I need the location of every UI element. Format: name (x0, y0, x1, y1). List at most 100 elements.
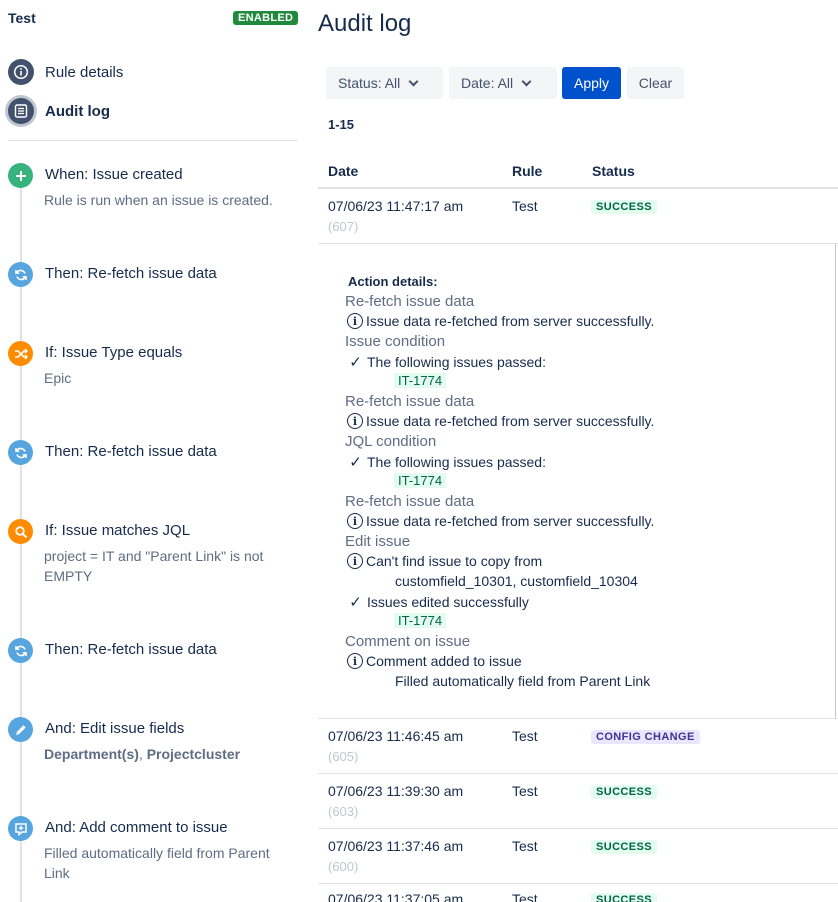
apply-button[interactable]: Apply (562, 67, 621, 99)
step-title: Then: Re-fetch issue data (45, 265, 217, 282)
pencil-icon (8, 717, 33, 742)
message-text: The following issues passed: (367, 354, 546, 370)
comment-icon (8, 816, 33, 841)
issue-key-link[interactable]: IT-1774 (394, 473, 447, 488)
action-title: Re-fetch issue data (345, 493, 475, 510)
checkmark-icon: ✓ (349, 594, 362, 611)
step-title: If: Issue Type equals (45, 344, 183, 361)
step-title: And: Edit issue fields (45, 720, 185, 737)
row-date: 07/06/23 11:37:46 am (328, 838, 464, 854)
comment-body: Filled automatically field from Parent L… (395, 673, 651, 689)
row-divider (318, 773, 838, 774)
date-filter-dropdown[interactable]: Date: All (449, 67, 557, 99)
field-separator: , (138, 746, 147, 762)
nav-audit-log[interactable]: Audit log (8, 98, 110, 124)
status-filter-label: Status: All (338, 75, 401, 91)
chevron-down-icon (521, 76, 532, 86)
message-text: Issue data re-fetched from server succes… (366, 313, 655, 329)
column-header-status[interactable]: Status (592, 163, 635, 179)
row-divider (318, 718, 838, 719)
column-header-date[interactable]: Date (328, 163, 358, 179)
action-message: ✓ Issues edited successfully (347, 593, 529, 611)
field-name: Department(s) (44, 746, 139, 762)
row-rule: Test (512, 891, 538, 902)
plus-icon (8, 163, 33, 188)
status-badge: SUCCESS (591, 893, 657, 902)
shuffle-icon (8, 341, 33, 366)
row-date: 07/06/23 11:37:05 am (328, 891, 464, 902)
info-icon: i (347, 513, 363, 529)
action-details-panel: Action details: Re-fetch issue data i Iss… (318, 244, 838, 718)
issue-key-link[interactable]: IT-1774 (394, 373, 447, 388)
step-description: Epic (44, 370, 72, 386)
message-text: Issues edited successfully (367, 594, 529, 610)
info-icon: i (347, 313, 363, 329)
status-badge: SUCCESS (591, 200, 657, 214)
action-title: JQL condition (345, 433, 437, 450)
refresh-icon (8, 262, 33, 287)
message-text: The following issues passed: (367, 454, 546, 470)
message-text: Comment added to issue (366, 653, 522, 669)
search-icon (8, 519, 33, 544)
action-message: i Can't find issue to copy from (347, 553, 542, 569)
status-badge[interactable]: ENABLED (233, 11, 299, 25)
row-divider (318, 828, 838, 829)
action-title: Issue condition (345, 333, 446, 350)
row-date: 07/06/23 11:47:17 am (328, 198, 464, 214)
nav-rule-details-label: Rule details (45, 63, 124, 81)
action-message: ✓ The following issues passed: (347, 353, 546, 371)
row-rule: Test (512, 838, 538, 854)
rule-sidebar: Test ENABLED Rule details Audit log When… (0, 0, 300, 902)
status-badge: SUCCESS (591, 840, 657, 854)
details-heading: Action details: (348, 274, 438, 289)
action-title: Re-fetch issue data (345, 393, 475, 410)
checkmark-icon: ✓ (349, 354, 362, 371)
row-id: (600) (328, 859, 359, 874)
chevron-down-icon (408, 76, 419, 86)
action-message: i Issue data re-fetched from server succe… (347, 513, 654, 529)
step-title: Then: Re-fetch issue data (45, 641, 217, 658)
message-text: Issue data re-fetched from server succes… (366, 513, 655, 529)
info-icon (8, 59, 34, 85)
header-divider (318, 187, 838, 189)
panel-border (835, 244, 836, 718)
page-title: Audit log (318, 10, 412, 37)
row-rule: Test (512, 783, 538, 799)
row-divider (318, 883, 838, 884)
sidebar-divider (8, 140, 298, 141)
row-rule: Test (512, 728, 538, 744)
action-title: Edit issue (345, 533, 411, 550)
refresh-icon (8, 638, 33, 663)
nav-audit-log-label: Audit log (45, 102, 110, 120)
step-description: Department(s), Projectcluster (44, 744, 289, 764)
step-title: If: Issue matches JQL (45, 522, 191, 539)
action-message: i Issue data re-fetched from server succe… (347, 413, 654, 429)
nav-rule-details[interactable]: Rule details (8, 59, 123, 85)
result-range: 1-15 (328, 117, 355, 132)
action-message: i Issue data re-fetched from server succe… (347, 313, 654, 329)
column-header-rule[interactable]: Rule (512, 163, 542, 179)
row-id: (607) (328, 219, 359, 234)
status-badge: SUCCESS (591, 785, 657, 799)
step-description: Rule is run when an issue is created. (44, 192, 273, 208)
field-list: customfield_10301, customfield_10304 (395, 573, 638, 589)
status-badge: CONFIG CHANGE (591, 730, 700, 744)
list-icon (8, 98, 34, 124)
step-title: When: Issue created (45, 166, 183, 183)
field-name: Projectcluster (146, 746, 241, 762)
row-date: 07/06/23 11:39:30 am (328, 783, 464, 799)
message-text: Issue data re-fetched from server succes… (366, 413, 655, 429)
message-text: Can't find issue to copy from (366, 553, 543, 569)
date-filter-label: Date: All (461, 75, 514, 91)
action-title: Re-fetch issue data (345, 293, 475, 310)
issue-key-link[interactable]: IT-1774 (394, 613, 447, 628)
action-message: ✓ The following issues passed: (347, 453, 546, 471)
step-description: project = IT and "Parent Link" is not EM… (44, 548, 264, 584)
rule-name: Test (8, 10, 36, 26)
status-filter-dropdown[interactable]: Status: All (326, 67, 443, 99)
row-rule: Test (512, 198, 538, 214)
step-description: Filled automatically field from Parent L… (44, 845, 270, 881)
info-icon: i (347, 653, 363, 669)
info-icon: i (347, 553, 363, 569)
clear-button[interactable]: Clear (627, 67, 684, 99)
